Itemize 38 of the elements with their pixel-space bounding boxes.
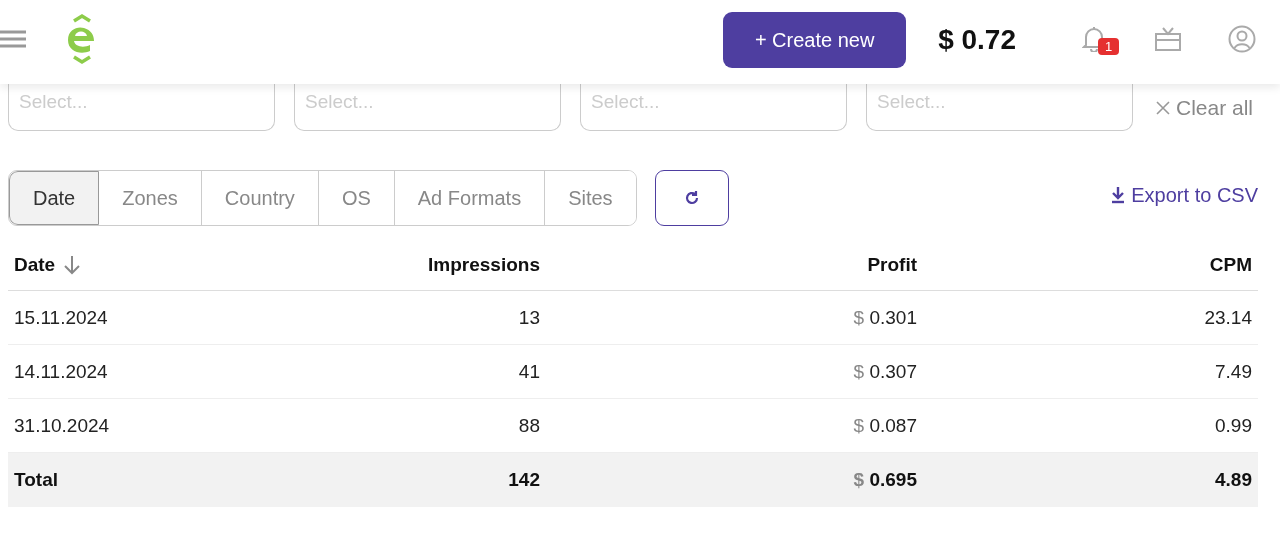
table-cell: 15.11.2024 (14, 306, 108, 328)
refresh-button[interactable] (654, 170, 729, 226)
currency-sign: $ (853, 306, 865, 328)
tab[interactable]: Date (9, 171, 100, 225)
create-new-button[interactable]: + Create new (723, 12, 907, 68)
table-cell: 0.695 (869, 469, 917, 490)
column-header[interactable]: Date (14, 254, 56, 276)
table-cell: 14.11.2024 (14, 360, 108, 382)
currency-sign: $ (853, 414, 865, 436)
table-cell: 88 (518, 414, 540, 436)
currency-sign: $ (853, 469, 865, 490)
column-header[interactable]: CPM (1209, 254, 1252, 276)
notification-badge: 1 (1098, 38, 1120, 55)
table-cell: 41 (518, 360, 540, 382)
user-icon[interactable] (1228, 25, 1256, 53)
table-cell: 13 (518, 306, 540, 328)
close-icon (1156, 100, 1170, 115)
currency-sign: $ (853, 360, 865, 382)
table-cell: 0.301 (869, 306, 917, 328)
table-cell: 0.99 (1215, 414, 1252, 436)
bell-icon[interactable] (1082, 26, 1106, 52)
menu-icon[interactable] (0, 29, 26, 49)
table-cell: 0.307 (869, 360, 917, 382)
export-csv-link[interactable]: Export to CSV (1111, 183, 1258, 207)
sort-arrow-icon[interactable] (63, 255, 82, 275)
table-cell: 23.14 (1204, 306, 1252, 328)
table-cell: 7.49 (1215, 360, 1252, 382)
column-header[interactable]: Profit (867, 254, 917, 276)
table-cell: 142 (508, 469, 540, 490)
table-cell: 0.087 (869, 414, 917, 436)
balance: $ 0.72 (938, 24, 1016, 56)
table-cell: 31.10.2024 (14, 414, 110, 436)
column-header[interactable]: Impressions (428, 254, 540, 276)
table-cell: Total (14, 469, 58, 490)
table-cell: 4.89 (1215, 469, 1252, 490)
gift-icon[interactable] (1154, 26, 1182, 52)
download-icon (1111, 186, 1126, 204)
clear-all-button[interactable]: Clear all (1156, 95, 1254, 120)
